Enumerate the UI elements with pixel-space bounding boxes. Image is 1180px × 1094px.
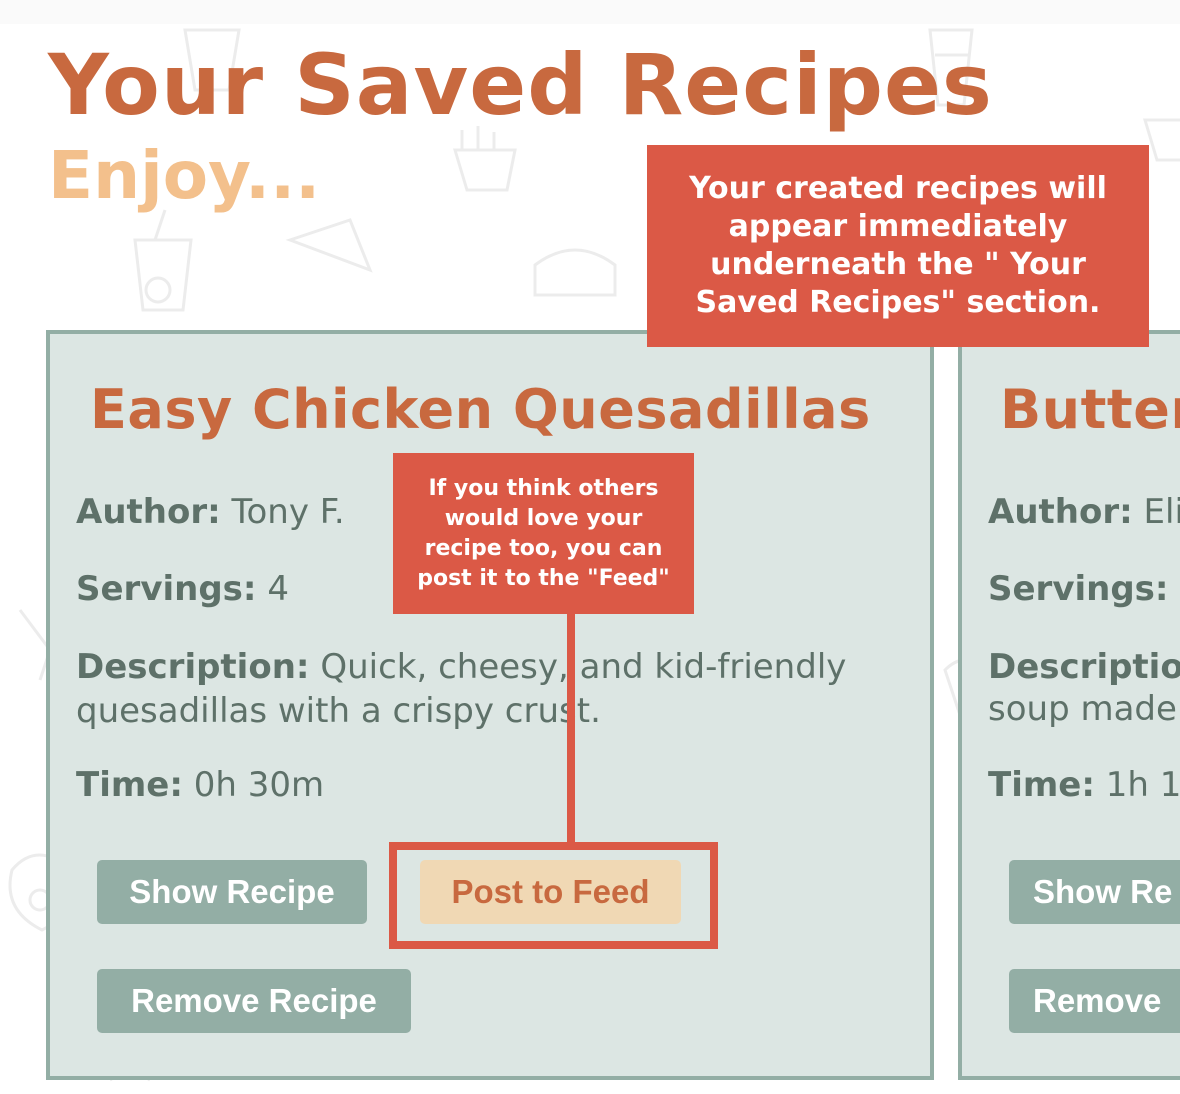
recipe-servings: Servings: 5 — [988, 567, 1180, 611]
description-label: Description: — [76, 647, 310, 687]
page-title: Your Saved Recipes — [48, 36, 993, 134]
time-label: Time: — [988, 765, 1095, 805]
recipe-description: Descriptio — [988, 645, 1180, 689]
servings-label: Servings: — [988, 569, 1169, 609]
author-label: Author: — [988, 492, 1133, 532]
recipe-title: Easy Chicken Quesadillas — [90, 378, 871, 441]
recipe-time: Time: 0h 30m — [76, 763, 324, 807]
saved-recipes-callout: Your created recipes will appear immedia… — [647, 145, 1149, 347]
callout-connector-line — [567, 614, 575, 842]
recipe-time: Time: 1h 1 — [988, 763, 1180, 807]
recipe-title: Butter — [1000, 378, 1180, 441]
description-label: Descriptio — [988, 647, 1180, 687]
author-value: Tony F. — [231, 492, 345, 532]
author-label: Author: — [76, 492, 221, 532]
recipe-card: Butter Author: Eliz Servings: 5 Descript… — [958, 330, 1180, 1080]
recipe-servings: Servings: 4 — [76, 567, 289, 611]
servings-label: Servings: — [76, 569, 257, 609]
show-recipe-button[interactable]: Show Recipe — [97, 860, 367, 924]
post-to-feed-highlight — [389, 842, 718, 949]
recipe-description: Description: Quick, cheesy, and kid-frie… — [76, 645, 866, 733]
show-recipe-button[interactable]: Show Re — [1009, 860, 1180, 924]
recipe-card: Easy Chicken Quesadillas Author: Tony F.… — [46, 330, 934, 1080]
post-to-feed-callout: If you think others would love your reci… — [393, 453, 694, 614]
recipe-author: Author: Eliz — [988, 490, 1180, 534]
recipe-description-text: soup made — [988, 689, 1177, 729]
time-value: 1h 1 — [1105, 765, 1180, 805]
time-value: 0h 30m — [193, 765, 325, 805]
remove-recipe-button[interactable]: Remove — [1009, 969, 1180, 1033]
time-label: Time: — [76, 765, 183, 805]
recipe-author: Author: Tony F. — [76, 490, 345, 534]
servings-value: 4 — [267, 569, 289, 609]
remove-recipe-button[interactable]: Remove Recipe — [97, 969, 411, 1033]
author-value: Eliz — [1143, 492, 1180, 532]
page-subtitle: Enjoy... — [48, 137, 321, 214]
